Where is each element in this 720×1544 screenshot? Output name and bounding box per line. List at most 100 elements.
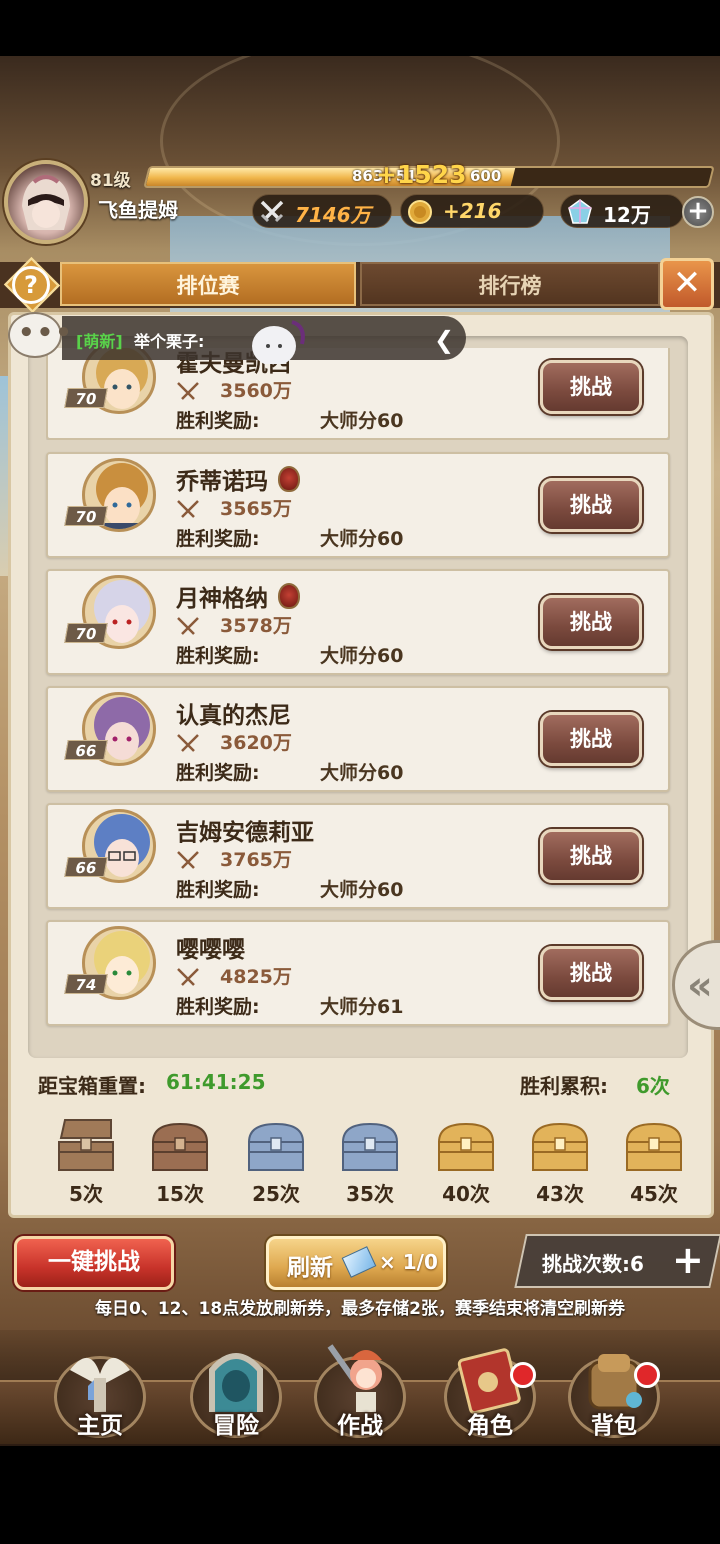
reward-label: 胜利奖励: (176, 528, 260, 550)
opponent-name: 乔蒂诺玛 (176, 469, 268, 495)
nav-label: 角色 (467, 1413, 513, 1439)
refresh-button[interactable]: 刷新 × 1/0 (266, 1236, 446, 1290)
opponent-power: 3560万 (220, 380, 292, 402)
chest-threshold-label: 15次 (156, 1182, 204, 1206)
treasure-chest-icon[interactable] (243, 1118, 309, 1174)
opponent-level: 70 (64, 623, 108, 643)
opponent-card: 70 月神格纳 3578万 胜利奖励: 大师分60 挑战 (46, 569, 670, 675)
crystal-gem-icon (568, 199, 592, 224)
notification-dot (510, 1362, 536, 1388)
reward-label: 胜利奖励: (176, 996, 260, 1018)
player-level: 81级 (90, 171, 131, 191)
opponent-level: 70 (64, 506, 108, 526)
treasure-chest-icon[interactable] (53, 1118, 119, 1174)
notification-dot (634, 1362, 660, 1388)
opponent-power: 3578万 (220, 615, 292, 637)
nav-label: 冒险 (213, 1413, 259, 1439)
treasure-chest-icon[interactable] (337, 1118, 403, 1174)
xp-gain: +1523 (376, 160, 467, 189)
challenge-button[interactable]: 挑战 (540, 478, 642, 532)
opponent-power: 4825万 (220, 966, 292, 988)
screen: 81级 863+51 +1523 600 飞鱼提姆 7146万 +216 12万… (0, 0, 720, 1544)
opponent-card: 70 霍夫曼凯西 3560万 胜利奖励: 大师分60 挑战 (46, 348, 670, 440)
player-name: 飞鱼提姆 (98, 198, 178, 222)
nav-home[interactable]: 主页 (40, 1334, 160, 1442)
treasure-chest-icon[interactable] (147, 1118, 213, 1174)
chest-threshold-label: 35次 (346, 1182, 394, 1206)
reward-label: 胜利奖励: (176, 410, 260, 432)
refresh-count: × 1/0 (379, 1250, 438, 1274)
reward-label: 胜利奖励: (176, 879, 260, 901)
opponent-level: 66 (64, 740, 108, 760)
nav-backpack[interactable]: 背包 (554, 1334, 674, 1442)
chest-threshold-label: 25次 (252, 1182, 300, 1206)
gold-display: +216 (400, 194, 544, 228)
treasure-chest-icon[interactable] (433, 1118, 499, 1174)
crossed-swords-icon (177, 968, 199, 986)
opponent-name: 认真的杰尼 (176, 703, 291, 729)
opponent-card: 66 吉姆安德莉亚 3765万 胜利奖励: 大师分60 挑战 (46, 803, 670, 909)
player-avatar[interactable] (4, 160, 88, 244)
opponent-name: 月神格纳 (176, 586, 268, 612)
crossed-swords-icon (177, 851, 199, 869)
challenge-button[interactable]: 挑战 (540, 946, 642, 1000)
add-gems-button[interactable]: + (682, 196, 714, 228)
chat-character-icon (252, 320, 305, 364)
one-click-challenge-button[interactable]: 一键挑战 (14, 1236, 174, 1290)
power-display: 7146万 (252, 194, 392, 228)
treasure-chest-icon[interactable] (527, 1118, 593, 1174)
refresh-label: 刷新 (287, 1255, 333, 1281)
opponent-power: 3620万 (220, 732, 292, 754)
add-attempts-button[interactable]: + (672, 1238, 704, 1282)
crossed-swords-icon (177, 734, 199, 752)
opponent-card: 70 乔蒂诺玛 3565万 胜利奖励: 大师分60 挑战 (46, 452, 670, 558)
avatar-portrait-icon (22, 175, 70, 230)
nav-label: 主页 (77, 1413, 123, 1439)
challenge-button[interactable]: 挑战 (540, 595, 642, 649)
opponent-level: 66 (64, 857, 108, 877)
chest-threshold-label: 40次 (442, 1182, 490, 1206)
refresh-ticket-icon (341, 1246, 377, 1278)
helmet-badge-icon (278, 583, 300, 609)
reward-value: 大师分60 (320, 528, 404, 550)
help-icon[interactable]: ? (12, 266, 50, 304)
chat-message: 举个栗子: (134, 332, 205, 351)
chevron-left-icon[interactable]: ❮ (434, 326, 454, 354)
chest-reset-timer: 61:41:25 (166, 1070, 266, 1094)
nav-character[interactable]: 角色 (430, 1334, 550, 1442)
reward-label: 胜利奖励: (176, 762, 260, 784)
crossed-swords-icon (260, 200, 284, 223)
chat-channel-tag: [萌新] (76, 332, 123, 351)
opponent-power: 3765万 (220, 849, 292, 871)
opponent-card-clip: 70 霍夫曼凯西 3560万 胜利奖励: 大师分60 挑战 (46, 348, 670, 440)
nav-label: 作战 (337, 1413, 383, 1439)
chest-threshold-label: 5次 (69, 1182, 103, 1206)
power-value: 7146万 (295, 203, 371, 227)
opponent-name: 吉姆安德莉亚 (176, 820, 314, 846)
opponent-card: 74 嘤嘤嘤 4825万 胜利奖励: 大师分61 挑战 (46, 920, 670, 1026)
reward-value: 大师分60 (320, 762, 404, 784)
chest-reset-label: 距宝箱重置: (38, 1074, 146, 1098)
nav-battle[interactable]: 作战 (300, 1334, 420, 1442)
challenge-button[interactable]: 挑战 (540, 712, 642, 766)
reward-value: 大师分61 (320, 996, 404, 1018)
close-button[interactable]: ✕ (660, 258, 714, 310)
tab-ranked-match[interactable]: 排位赛 (60, 262, 356, 306)
reward-value: 大师分60 (320, 645, 404, 667)
reward-value: 大师分60 (320, 879, 404, 901)
chat-dots: ••• (18, 318, 74, 348)
nav-adventure[interactable]: 冒险 (176, 1334, 296, 1442)
challenge-button[interactable]: 挑战 (540, 360, 642, 414)
crossed-swords-icon (177, 382, 199, 400)
opponent-card: 66 认真的杰尼 3620万 胜利奖励: 大师分60 挑战 (46, 686, 670, 792)
gem-value: 12万 (603, 203, 651, 227)
challenge-button[interactable]: 挑战 (540, 829, 642, 883)
chest-threshold-label: 45次 (630, 1182, 678, 1206)
opponent-power: 3565万 (220, 498, 292, 520)
gold-value: +216 (443, 199, 502, 223)
wins-value: 6次 (636, 1074, 670, 1098)
gold-coin-icon (408, 200, 432, 224)
treasure-chest-icon[interactable] (621, 1118, 687, 1174)
tab-leaderboard[interactable]: 排行榜 (360, 262, 660, 306)
helmet-badge-icon (278, 466, 300, 492)
